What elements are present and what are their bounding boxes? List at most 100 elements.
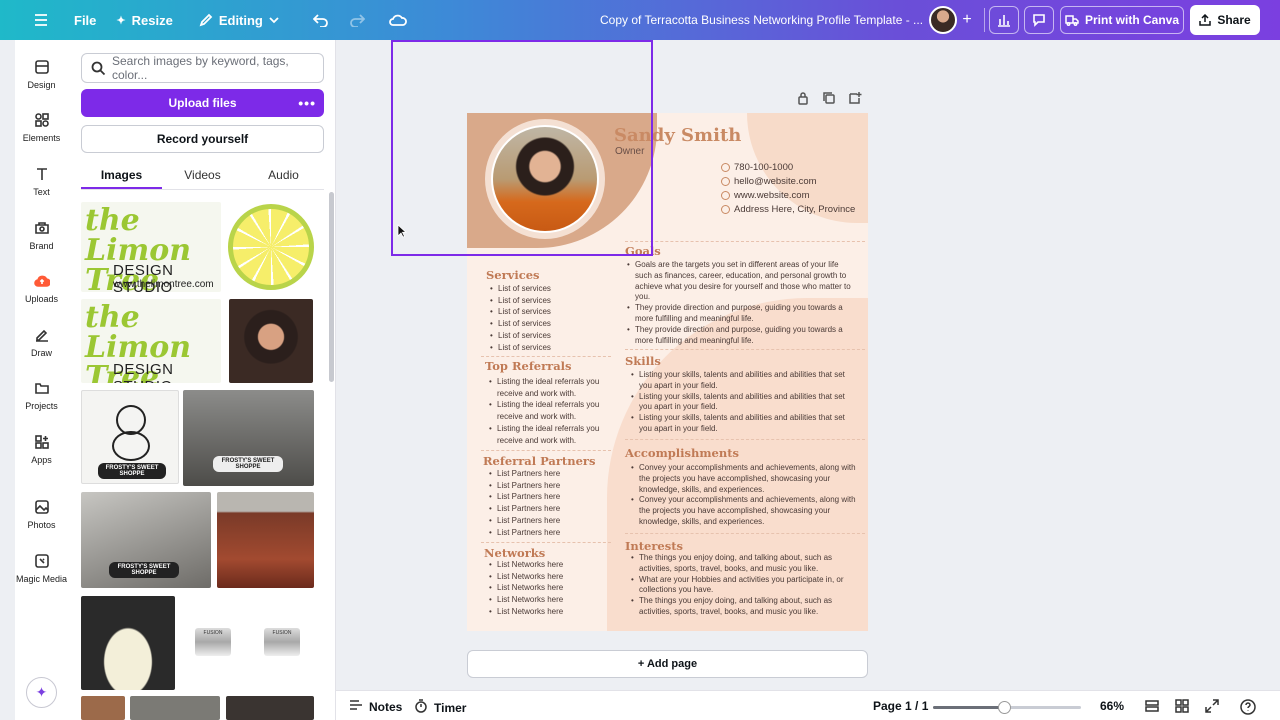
- rail-item-text[interactable]: Text: [15, 166, 68, 197]
- panel-scrollbar[interactable]: [329, 192, 334, 382]
- zoom-slider[interactable]: [933, 701, 1081, 714]
- add-collaborator-button[interactable]: +: [959, 12, 975, 28]
- cloud-icon: [389, 14, 407, 26]
- section-title-services[interactable]: Services: [486, 268, 540, 282]
- pages-view-button[interactable]: [1145, 699, 1159, 713]
- magic-assistant-button[interactable]: ✦: [26, 677, 57, 708]
- add-page-button[interactable]: + Add page: [467, 650, 868, 678]
- list-item: List Networks here: [487, 582, 607, 594]
- rail-item-projects[interactable]: Projects: [15, 380, 68, 411]
- logo-url: www.thelimontree.com: [113, 279, 214, 290]
- rail-item-elements[interactable]: Elements: [15, 112, 68, 143]
- image-thumbnail[interactable]: FUSION: [181, 620, 247, 670]
- timer-icon: [414, 699, 428, 716]
- magic-media-icon: [34, 553, 50, 569]
- services-list[interactable]: List of services List of services List o…: [488, 283, 608, 353]
- zoom-level[interactable]: 66%: [1100, 699, 1124, 713]
- goals-list[interactable]: Goals are the targets you set in differe…: [625, 260, 857, 346]
- image-thumbnail[interactable]: [130, 696, 220, 720]
- tab-images[interactable]: Images: [81, 162, 162, 189]
- page-indicator[interactable]: Page 1 / 1: [873, 699, 928, 713]
- image-thumbnail[interactable]: [226, 696, 314, 720]
- interests-list[interactable]: The things you enjoy doing, and talking …: [629, 553, 859, 618]
- image-thumbnail[interactable]: [226, 202, 314, 292]
- comments-button[interactable]: [1024, 6, 1054, 34]
- document-title[interactable]: Copy of Terracotta Business Networking P…: [600, 13, 923, 27]
- image-thumbnail[interactable]: FUSION: [250, 620, 316, 670]
- skills-list[interactable]: Listing your skills, talents and abiliti…: [629, 370, 854, 435]
- section-title-accomplishments[interactable]: Accomplishments: [625, 446, 739, 460]
- image-thumbnail[interactable]: the Limon Tree DESIGN STUDIO: [81, 299, 221, 383]
- help-button[interactable]: [1240, 699, 1256, 715]
- selection-box[interactable]: [391, 40, 653, 256]
- sparkle-icon: ✦: [116, 14, 126, 27]
- user-avatar[interactable]: [929, 6, 957, 34]
- image-thumbnail[interactable]: [229, 299, 313, 383]
- contact-text: 780-100-1000: [734, 162, 794, 173]
- more-options-icon[interactable]: •••: [298, 95, 316, 111]
- rail-item-brand[interactable]: Brand: [15, 220, 68, 251]
- undo-button[interactable]: [289, 0, 339, 40]
- accomplishments-list[interactable]: Convey your accomplishments and achievem…: [629, 463, 859, 528]
- rail-label: Elements: [22, 133, 61, 143]
- contact-website[interactable]: www.website.com: [721, 190, 810, 201]
- record-yourself-button[interactable]: Record yourself: [81, 125, 324, 153]
- design-icon: [34, 59, 50, 75]
- rail-item-magic-media[interactable]: Magic Media: [15, 553, 68, 584]
- image-thumbnail[interactable]: FROSTY'S SWEET SHOPPE: [81, 390, 179, 484]
- section-title-partners[interactable]: Referral Partners: [483, 454, 595, 468]
- networks-list[interactable]: List Networks here List Networks here Li…: [487, 559, 607, 618]
- contact-phone[interactable]: 780-100-1000: [721, 162, 793, 173]
- duplicate-icon[interactable]: [822, 91, 836, 105]
- section-title-referrals[interactable]: Top Referrals: [485, 359, 572, 373]
- cloud-save-button[interactable]: [375, 0, 417, 40]
- tab-videos[interactable]: Videos: [162, 162, 243, 189]
- menu-button[interactable]: [0, 0, 58, 40]
- image-thumbnail[interactable]: FROSTY'S SWEET SHOPPE: [183, 390, 314, 486]
- rail-item-uploads[interactable]: Uploads: [15, 273, 68, 304]
- analytics-button[interactable]: [989, 6, 1019, 34]
- rail-item-photos[interactable]: Photos: [15, 499, 68, 530]
- add-page-icon[interactable]: [848, 91, 862, 105]
- image-thumbnail[interactable]: [81, 696, 125, 720]
- list-item: List of services: [488, 342, 608, 354]
- upload-files-button[interactable]: Upload files •••: [81, 89, 324, 117]
- contact-email[interactable]: hello@website.com: [721, 176, 817, 187]
- referrals-list[interactable]: Listing the ideal referrals you receive …: [487, 376, 607, 446]
- notes-icon: [349, 699, 363, 714]
- grid-view-button[interactable]: [1175, 699, 1189, 713]
- contact-address[interactable]: Address Here, City, Province: [721, 204, 855, 215]
- rail-item-apps[interactable]: Apps: [15, 434, 68, 465]
- list-item: Goals are the targets you set in differe…: [625, 260, 857, 303]
- search-input[interactable]: Search images by keyword, tags, color...: [81, 53, 324, 83]
- mouse-cursor-icon: [397, 224, 407, 238]
- resize-button[interactable]: ✦ Resize: [106, 0, 182, 40]
- rail-item-design[interactable]: Design: [15, 59, 68, 90]
- image-thumbnail[interactable]: [217, 492, 314, 588]
- share-button[interactable]: Share: [1190, 5, 1260, 35]
- section-title-networks[interactable]: Networks: [484, 546, 545, 560]
- image-thumbnail[interactable]: [81, 596, 175, 690]
- image-thumbnail[interactable]: FROSTY'S SWEET SHOPPE: [81, 492, 211, 588]
- section-title-interests[interactable]: Interests: [625, 539, 683, 553]
- rail-label: Photos: [27, 520, 56, 530]
- redo-button[interactable]: [339, 0, 375, 40]
- contact-text: Address Here, City, Province: [734, 204, 856, 215]
- sign-label: FROSTY'S SWEET SHOPPE: [213, 456, 283, 472]
- rail-item-draw[interactable]: Draw: [15, 327, 68, 358]
- list-item: List of services: [488, 295, 608, 307]
- lock-icon[interactable]: [796, 91, 810, 105]
- list-item: List Partners here: [487, 527, 607, 539]
- fullscreen-button[interactable]: [1205, 699, 1219, 713]
- editing-dropdown[interactable]: Editing: [183, 0, 289, 40]
- partners-list[interactable]: List Partners here List Partners here Li…: [487, 468, 607, 538]
- print-with-canva-button[interactable]: Print with Canva: [1060, 6, 1184, 34]
- image-thumbnail[interactable]: the Limon Tree DESIGN STUDIO www.thelimo…: [81, 202, 221, 292]
- timer-button[interactable]: Timer: [414, 699, 466, 716]
- section-title-skills[interactable]: Skills: [625, 354, 661, 368]
- list-item: List Networks here: [487, 559, 607, 571]
- notes-button[interactable]: Notes: [349, 699, 402, 714]
- tab-audio[interactable]: Audio: [243, 162, 324, 189]
- zoom-slider-handle[interactable]: [998, 701, 1012, 714]
- file-menu[interactable]: File: [58, 0, 106, 40]
